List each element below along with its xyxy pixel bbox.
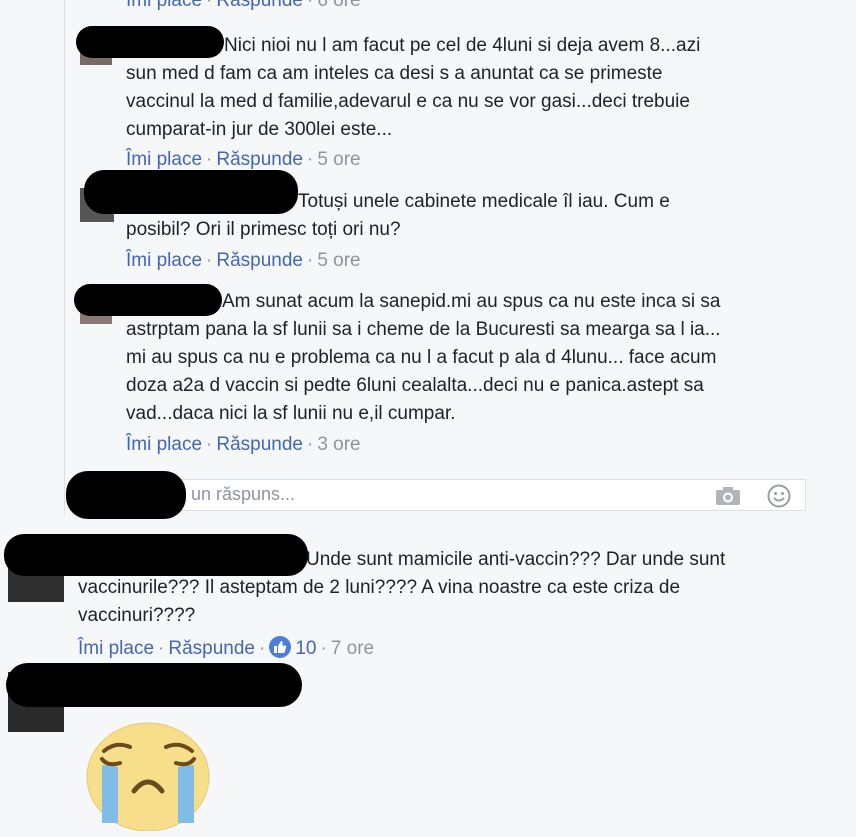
comment-text-line: cumparat-in jur de 300lei este... [126,119,393,140]
reply-link[interactable]: Răspunde [216,149,303,170]
comment-text-line: astrptam pana la sf lunii sa i cheme de … [126,319,721,340]
redacted-name [76,26,224,58]
smiley-icon[interactable] [767,484,791,508]
timestamp: 3 ore [317,434,361,455]
comment-text-line: Am sunat acum la sanepid.mi au spus ca n… [222,291,721,312]
comment-actions: Îmi place · Răspunde · 5 ore [126,149,361,170]
comment-actions: Îmi place · Răspunde · 3 ore [126,434,361,455]
like-link[interactable]: Îmi place [126,149,202,170]
comment-text-line: doza a2a d vaccin si pedte 6luni cealalt… [126,375,704,396]
like-reaction-icon[interactable] [269,636,292,658]
comment-text-line: Nici nioi nu l am facut pe cel de 4luni … [224,35,701,56]
redacted-name [74,284,222,316]
comment-actions: Îmi place · Răspunde · 10 · 7 ore [78,636,375,659]
redacted-name [6,663,302,707]
comment-text-line: vaccinuri???? [78,605,196,626]
like-link[interactable]: Îmi place [126,250,202,271]
comment-actions-top: Îmi place · Răspunde · 6 ore [126,0,361,13]
timestamp: 5 ore [317,149,361,170]
like-link[interactable]: Îmi place [126,434,202,455]
comment-text-line: vaccinul la med d familie,adevarul e ca … [126,91,690,112]
reaction-count[interactable]: 10 [291,638,316,659]
comment-text-line: vaccinurile??? Il asteptam de 2 luni????… [78,577,681,598]
reply-placeholder: un răspuns... [191,484,296,504]
timestamp: 6 ore [317,0,361,11]
timestamp: 7 ore [330,638,375,659]
like-link[interactable]: Îmi place [126,0,202,11]
timestamp: 5 ore [317,250,361,271]
comment-text-line: Totuși unele cabinete medicale îl iau. C… [298,191,670,212]
comment-text-line: mi au spus ca nu e problema ca nu l a fa… [126,347,717,368]
reply-link[interactable]: Răspunde [216,434,303,455]
redacted-avatar [66,471,186,519]
reply-link[interactable]: Răspunde [168,638,255,659]
comment-text-line: vad...daca nici la sf lunii nu e,il cump… [126,403,456,424]
reply-thread-line [64,0,65,515]
comment-text-line: sun med d fam ca am inteles ca desi s a … [126,63,663,84]
redacted-name [84,170,298,214]
comment-text-line: posibil? Ori il primesc toți ori nu? [126,219,401,240]
comment-actions: Îmi place · Răspunde · 5 ore [126,250,361,271]
like-link[interactable]: Îmi place [78,638,154,659]
redacted-name [4,534,308,576]
reply-link[interactable]: Răspunde [216,0,303,11]
reply-link[interactable]: Răspunde [216,250,303,271]
comment-text-line: Unde sunt mamicile anti-vaccin??? Dar un… [306,549,726,570]
crying-face-icon [86,722,210,831]
camera-icon[interactable] [715,486,741,506]
reply-input[interactable]: un răspuns... [126,479,806,511]
